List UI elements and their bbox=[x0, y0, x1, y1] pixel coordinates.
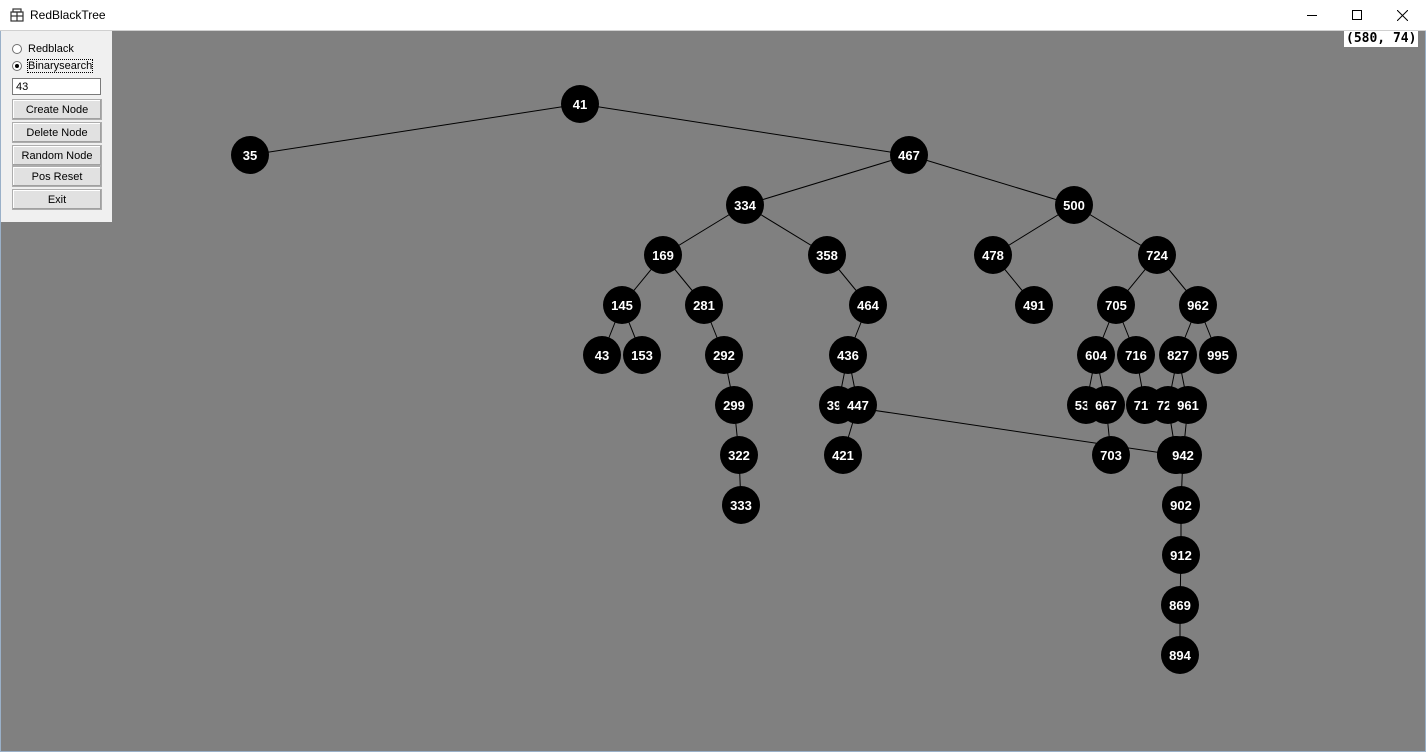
tree-node[interactable]: 292 bbox=[705, 336, 743, 374]
tree-node[interactable]: 358 bbox=[808, 236, 846, 274]
tree-node[interactable]: 902 bbox=[1162, 486, 1200, 524]
tree-node[interactable]: 491 bbox=[1015, 286, 1053, 324]
tree-node-label: 436 bbox=[837, 348, 859, 363]
tree-node[interactable]: 43 bbox=[583, 336, 621, 374]
tree-node[interactable]: 478 bbox=[974, 236, 1012, 274]
tree-node-label: 322 bbox=[728, 448, 750, 463]
tree-node-label: 281 bbox=[693, 298, 715, 313]
tree-node-label: 667 bbox=[1095, 398, 1117, 413]
tree-node-label: 500 bbox=[1063, 198, 1085, 213]
tree-node[interactable]: 995 bbox=[1199, 336, 1237, 374]
tree-node-label: 912 bbox=[1170, 548, 1192, 563]
tree-node[interactable]: 322 bbox=[720, 436, 758, 474]
tree-node-label: 827 bbox=[1167, 348, 1189, 363]
tree-edge bbox=[249, 103, 581, 156]
tree-node-label: 358 bbox=[816, 248, 838, 263]
tree-node-label: 421 bbox=[832, 448, 854, 463]
tree-node[interactable]: 942 bbox=[1164, 436, 1202, 474]
tree-node-label: 447 bbox=[847, 398, 869, 413]
tree-node-label: 467 bbox=[898, 148, 920, 163]
tree-node[interactable]: 169 bbox=[644, 236, 682, 274]
exit-button[interactable]: Exit bbox=[12, 189, 102, 210]
tree-node[interactable]: 500 bbox=[1055, 186, 1093, 224]
binarysearch-option[interactable]: Binarysearch bbox=[12, 59, 94, 73]
random-node-button[interactable]: Random Node bbox=[12, 145, 102, 166]
tree-node[interactable]: 604 bbox=[1077, 336, 1115, 374]
tree-node-label: 604 bbox=[1085, 348, 1107, 363]
tree-node-label: 942 bbox=[1172, 448, 1194, 463]
tree-node-label: 491 bbox=[1023, 298, 1045, 313]
tree-node-label: 961 bbox=[1177, 398, 1199, 413]
tree-node[interactable]: 962 bbox=[1179, 286, 1217, 324]
tree-node[interactable]: 869 bbox=[1161, 586, 1199, 624]
tree-node-label: 705 bbox=[1105, 298, 1127, 313]
tree-node-label: 902 bbox=[1170, 498, 1192, 513]
tree-node-label: 464 bbox=[857, 298, 879, 313]
tree-node[interactable]: 464 bbox=[849, 286, 887, 324]
tree-node-label: 153 bbox=[631, 348, 653, 363]
redblack-label: Redblack bbox=[28, 43, 74, 55]
tree-node-label: 333 bbox=[730, 498, 752, 513]
tree-node[interactable]: 334 bbox=[726, 186, 764, 224]
tree-node-label: 292 bbox=[713, 348, 735, 363]
tree-edge bbox=[579, 103, 910, 156]
tree-node-label: 724 bbox=[1146, 248, 1168, 263]
tree-node[interactable]: 421 bbox=[824, 436, 862, 474]
tree-node[interactable]: 724 bbox=[1138, 236, 1176, 274]
tree-nodes: 41 35 467 334 500 169 358 478 724 145 281 464 491 705… bbox=[231, 85, 1237, 674]
tree-node[interactable]: 912 bbox=[1162, 536, 1200, 574]
tree-node-label: 995 bbox=[1207, 348, 1229, 363]
redblack-option[interactable]: Redblack bbox=[12, 43, 74, 55]
tree-edge bbox=[908, 154, 1075, 206]
tree-node-label: 716 bbox=[1125, 348, 1147, 363]
create-node-button[interactable]: Create Node bbox=[12, 99, 102, 120]
tree-node-label: 962 bbox=[1187, 298, 1209, 313]
tree-node-label: 169 bbox=[652, 248, 674, 263]
tree-node-label: 35 bbox=[243, 148, 257, 163]
tree-node[interactable]: 827 bbox=[1159, 336, 1197, 374]
tree-node-label: 894 bbox=[1169, 648, 1191, 663]
tree-node[interactable]: 447 bbox=[839, 386, 877, 424]
tree-node[interactable]: 281 bbox=[685, 286, 723, 324]
tree-node[interactable]: 716 bbox=[1117, 336, 1155, 374]
tree-node[interactable]: 153 bbox=[623, 336, 661, 374]
tree-node[interactable]: 961 bbox=[1169, 386, 1207, 424]
cursor-coordinate-readout: (580, 74) bbox=[1344, 31, 1419, 47]
binarysearch-radio[interactable] bbox=[12, 61, 22, 71]
tree-node[interactable]: 333 bbox=[722, 486, 760, 524]
binarysearch-label: Binarysearch bbox=[26, 59, 94, 73]
tree-node[interactable]: 299 bbox=[715, 386, 753, 424]
tree-node[interactable]: 145 bbox=[603, 286, 641, 324]
tree-node[interactable]: 703 bbox=[1092, 436, 1130, 474]
control-panel: Redblack Binarysearch Create Node Delete… bbox=[1, 31, 112, 222]
tree-edge bbox=[744, 154, 910, 206]
pos-reset-button[interactable]: Pos Reset bbox=[12, 166, 102, 187]
tree-node[interactable]: 894 bbox=[1161, 636, 1199, 674]
tree-node[interactable]: 436 bbox=[829, 336, 867, 374]
tree-node-label: 145 bbox=[611, 298, 633, 313]
tree-node[interactable]: 41 bbox=[561, 85, 599, 123]
tree-node-label: 478 bbox=[982, 248, 1004, 263]
tree-node[interactable]: 705 bbox=[1097, 286, 1135, 324]
tree-node[interactable]: 35 bbox=[231, 136, 269, 174]
tree-node-label: 703 bbox=[1100, 448, 1122, 463]
tree-node-label: 43 bbox=[595, 348, 609, 363]
node-value-input[interactable] bbox=[12, 78, 101, 95]
tree-node[interactable]: 467 bbox=[890, 136, 928, 174]
tree-canvas[interactable]: 41 35 467 334 500 169 358 478 724 145 281 464 491 705… bbox=[0, 0, 1426, 752]
tree-node[interactable]: 667 bbox=[1087, 386, 1125, 424]
delete-node-button[interactable]: Delete Node bbox=[12, 122, 102, 143]
tree-node-label: 334 bbox=[734, 198, 756, 213]
tree-node-label: 41 bbox=[573, 97, 587, 112]
tree-node-label: 869 bbox=[1169, 598, 1191, 613]
redblack-radio[interactable] bbox=[12, 44, 22, 54]
tree-node-label: 299 bbox=[723, 398, 745, 413]
